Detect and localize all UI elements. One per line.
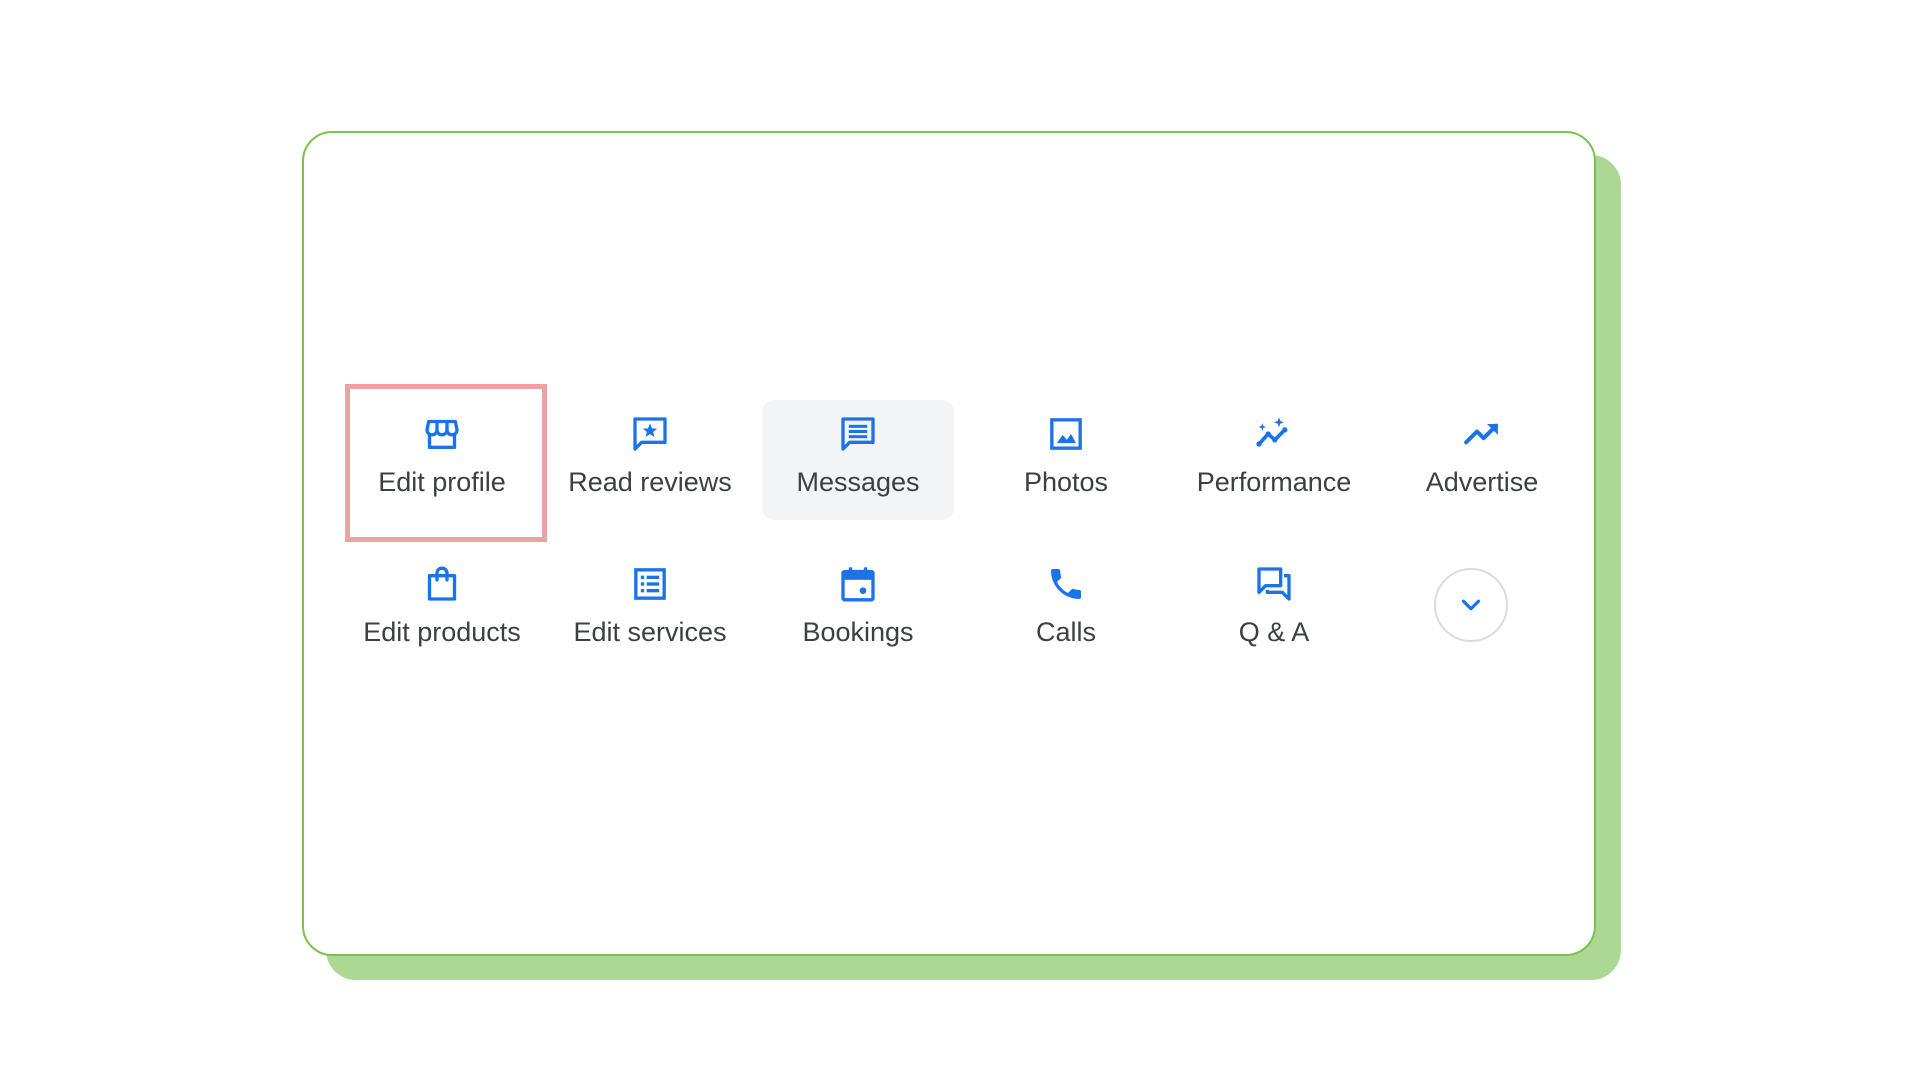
bookings-label: Bookings bbox=[802, 617, 914, 647]
performance-button[interactable]: Performance bbox=[1178, 400, 1370, 520]
message-icon bbox=[838, 414, 878, 454]
shopping-bag-icon bbox=[422, 564, 462, 604]
phone-icon bbox=[1046, 564, 1086, 604]
messages-button[interactable]: Messages bbox=[762, 400, 954, 520]
edit-services-button[interactable]: Edit services bbox=[554, 550, 746, 670]
q-and-a-button[interactable]: Q & A bbox=[1178, 550, 1370, 670]
stage: Edit profile Read reviews Messages Photo… bbox=[0, 0, 1920, 1080]
calendar-icon bbox=[838, 564, 878, 604]
photo-icon bbox=[1046, 414, 1086, 454]
review-star-icon bbox=[630, 414, 670, 454]
edit-products-button[interactable]: Edit products bbox=[346, 550, 538, 670]
messages-label: Messages bbox=[796, 467, 920, 497]
chevron-down-icon bbox=[1456, 590, 1486, 620]
edit-products-label: Edit products bbox=[363, 617, 521, 647]
q-and-a-label: Q & A bbox=[1238, 617, 1310, 647]
advertise-label: Advertise bbox=[1425, 467, 1539, 497]
photos-button[interactable]: Photos bbox=[970, 400, 1162, 520]
business-actions-card bbox=[302, 131, 1596, 956]
read-reviews-label: Read reviews bbox=[568, 467, 732, 497]
insights-icon bbox=[1254, 414, 1294, 454]
bookings-button[interactable]: Bookings bbox=[762, 550, 954, 670]
highlight-box bbox=[345, 384, 547, 542]
list-icon bbox=[630, 564, 670, 604]
calls-button[interactable]: Calls bbox=[970, 550, 1162, 670]
performance-label: Performance bbox=[1196, 467, 1352, 497]
edit-services-label: Edit services bbox=[573, 617, 727, 647]
trending-up-icon bbox=[1462, 414, 1502, 454]
read-reviews-button[interactable]: Read reviews bbox=[554, 400, 746, 520]
calls-label: Calls bbox=[1035, 617, 1096, 647]
advertise-button[interactable]: Advertise bbox=[1386, 400, 1578, 520]
photos-label: Photos bbox=[1023, 467, 1109, 497]
more-actions-button[interactable] bbox=[1434, 568, 1508, 642]
forum-icon bbox=[1254, 564, 1294, 604]
